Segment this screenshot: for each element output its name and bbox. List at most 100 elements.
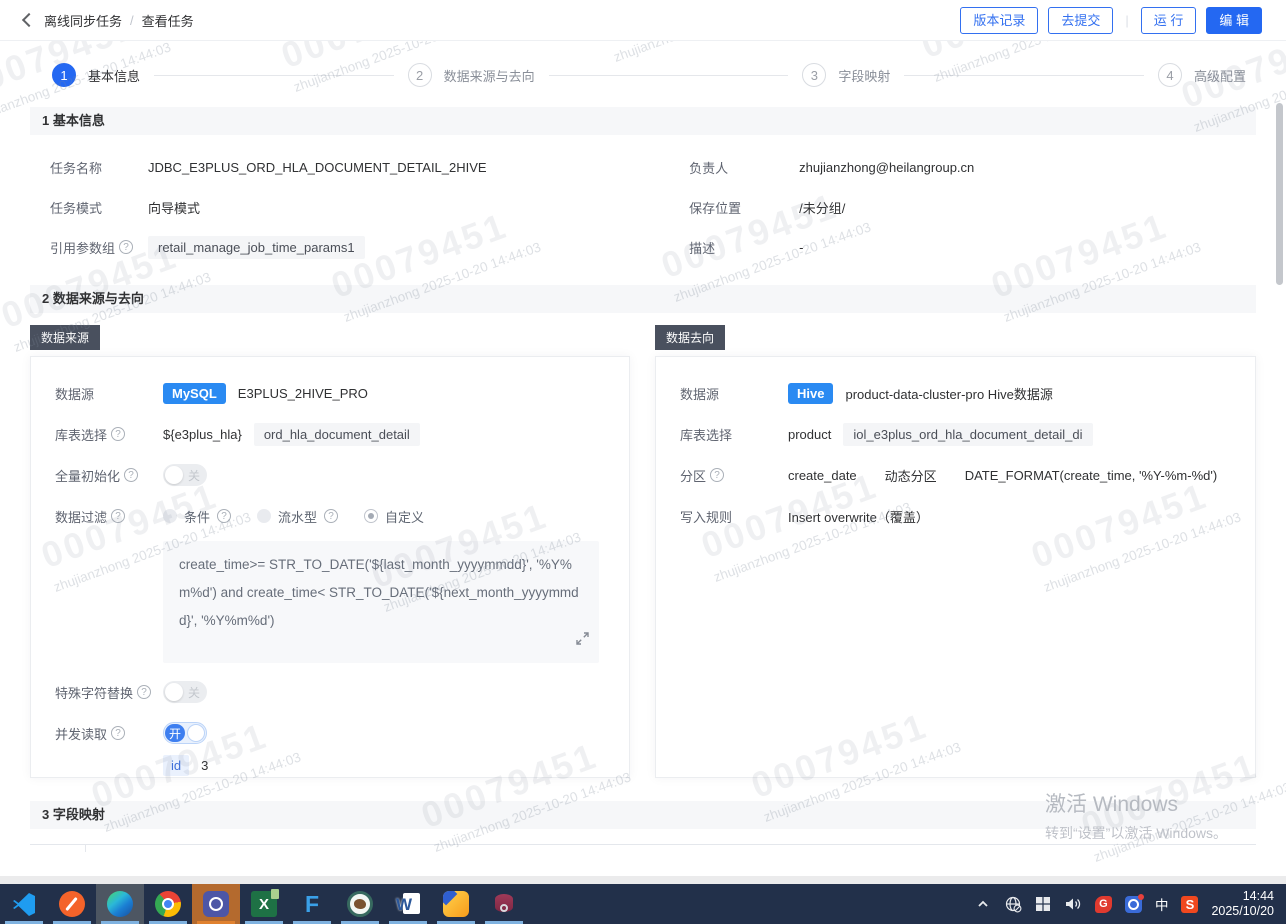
field-label: 负责人 bbox=[689, 158, 799, 177]
taskbar-clock[interactable]: 14:44 2025/10/20 bbox=[1211, 889, 1274, 919]
taskbar-icon-edge[interactable] bbox=[96, 884, 144, 924]
toggle-state-label: 开 bbox=[165, 724, 185, 742]
database-tool-icon bbox=[495, 893, 513, 915]
field-label-text: 数据过滤 bbox=[55, 507, 107, 526]
source-table-row: 库表选择 ? ${e3plus_hla} ord_hla_document_de… bbox=[55, 422, 605, 446]
step-wizard: 1 基本信息 2 数据来源与去向 3 字段映射 4 高级配置 bbox=[0, 55, 1286, 95]
source-db-name: ${e3plus_hla} bbox=[163, 427, 242, 442]
split-key-tag[interactable]: id bbox=[163, 755, 189, 776]
taskbar-icon-chat-app[interactable] bbox=[192, 884, 240, 924]
field-label-text: 分区 bbox=[680, 466, 706, 485]
field-label-text: 特殊字符替换 bbox=[55, 683, 133, 702]
step-number: 4 bbox=[1158, 63, 1182, 87]
radio-label: 条件 bbox=[184, 507, 210, 526]
breadcrumb-separator: / bbox=[130, 13, 134, 28]
tray-sogou-icon[interactable]: S bbox=[1181, 896, 1198, 913]
help-icon[interactable]: ? bbox=[111, 427, 125, 441]
hive-badge: Hive bbox=[788, 383, 833, 404]
taskbar-icon-database-tool[interactable] bbox=[480, 884, 528, 924]
breadcrumb-current: 查看任务 bbox=[142, 11, 194, 30]
vertical-scrollbar[interactable] bbox=[1276, 103, 1283, 285]
breadcrumb-parent[interactable]: 离线同步任务 bbox=[44, 11, 122, 30]
step-advanced-config[interactable]: 4 高级配置 bbox=[1158, 63, 1246, 87]
help-icon[interactable]: ? bbox=[119, 240, 133, 254]
header-actions: 版本记录 去提交 | 运 行 编 辑 bbox=[960, 7, 1262, 34]
source-panel: 数据来源 数据源 MySQL E3PLUS_2HIVE_PRO 库表选择 ? bbox=[30, 325, 630, 778]
dest-datasource-name: product-data-cluster-pro Hive数据源 bbox=[845, 384, 1052, 403]
full-init-toggle[interactable]: 关 bbox=[163, 464, 207, 486]
filter-option-custom[interactable]: 自定义 bbox=[364, 507, 424, 526]
field-label: 写入规则 bbox=[680, 507, 788, 526]
basic-info-form: 任务名称 JDBC_E3PLUS_ORD_HLA_DOCUMENT_DETAIL… bbox=[30, 135, 1256, 273]
source-dest-panels: 数据来源 数据源 MySQL E3PLUS_2HIVE_PRO 库表选择 ? bbox=[30, 325, 1256, 778]
destination-panel: 数据去向 数据源 Hive product-data-cluster-pro H… bbox=[655, 325, 1256, 778]
filter-sql-editor[interactable]: create_time>= STR_TO_DATE('${last_month_… bbox=[163, 541, 599, 663]
radio-icon-checked bbox=[364, 509, 378, 523]
windows-panes-icon[interactable] bbox=[1035, 896, 1051, 912]
taskbar-icon-excel[interactable]: X bbox=[240, 884, 288, 924]
taskbar-icon-dbeaver[interactable] bbox=[336, 884, 384, 924]
full-init-row: 全量初始化 ? 关 bbox=[55, 463, 605, 487]
step-number: 2 bbox=[408, 63, 432, 87]
help-icon[interactable]: ? bbox=[324, 509, 338, 523]
expand-icon[interactable] bbox=[576, 627, 589, 655]
help-icon[interactable]: ? bbox=[217, 509, 231, 523]
param-group-row: 引用参数组 ? retail_manage_job_time_params1 bbox=[50, 227, 689, 267]
step-field-mapping[interactable]: 3 字段映射 bbox=[802, 63, 890, 87]
player-app-icon bbox=[443, 891, 469, 917]
filter-option-incremental[interactable]: 流水型 ? bbox=[257, 507, 338, 526]
taskbar-icon-word[interactable]: W bbox=[384, 884, 432, 924]
back-icon[interactable] bbox=[22, 13, 36, 27]
toggle-state-label: 关 bbox=[188, 467, 200, 484]
radio-icon bbox=[163, 509, 177, 523]
dest-db-name: product bbox=[788, 427, 831, 442]
filter-option-condition[interactable]: 条件 ? bbox=[163, 507, 231, 526]
special-char-row: 特殊字符替换 ? 关 bbox=[55, 680, 605, 704]
taskbar-icon-chrome[interactable] bbox=[144, 884, 192, 924]
concurrent-read-toggle[interactable]: 开 bbox=[163, 722, 207, 744]
description-row: 描述 - bbox=[689, 227, 1256, 267]
help-icon[interactable]: ? bbox=[710, 468, 724, 482]
help-icon[interactable]: ? bbox=[111, 509, 125, 523]
clock-time: 14:44 bbox=[1211, 889, 1274, 904]
edit-button[interactable]: 编 辑 bbox=[1206, 7, 1262, 34]
step-basic-info[interactable]: 1 基本信息 bbox=[52, 63, 140, 87]
volume-icon[interactable] bbox=[1064, 896, 1082, 912]
field-label: 特殊字符替换 ? bbox=[55, 683, 163, 702]
pen-editor-icon bbox=[59, 891, 85, 917]
filter-sql-text: create_time>= STR_TO_DATE('${last_month_… bbox=[179, 557, 579, 628]
special-char-toggle[interactable]: 关 bbox=[163, 681, 207, 703]
field-label: 库表选择 bbox=[680, 425, 788, 444]
section-source-dest-header: 2 数据来源与去向 bbox=[30, 285, 1256, 313]
edge-icon bbox=[107, 891, 133, 917]
tray-g-app-icon[interactable]: G bbox=[1095, 896, 1112, 913]
taskbar-icon-player-app[interactable] bbox=[432, 884, 480, 924]
taskbar-icon-files-app[interactable]: F bbox=[288, 884, 336, 924]
taskbar-icon-pen-editor[interactable] bbox=[48, 884, 96, 924]
tray-notification-app-icon[interactable] bbox=[1125, 896, 1142, 913]
run-button[interactable]: 运 行 bbox=[1141, 7, 1197, 34]
taskbar-icon-vscode[interactable] bbox=[0, 884, 48, 924]
dest-datasource-row: 数据源 Hive product-data-cluster-pro Hive数据… bbox=[680, 381, 1231, 405]
dest-table-tag[interactable]: iol_e3plus_ord_hla_document_detail_di bbox=[843, 423, 1092, 446]
mapping-table-edge bbox=[30, 844, 1256, 845]
network-offline-icon[interactable] bbox=[1004, 895, 1022, 913]
main-content: 1 基本信息 任务名称 JDBC_E3PLUS_ORD_HLA_DOCUMENT… bbox=[0, 41, 1286, 876]
ime-language-indicator[interactable]: 中 bbox=[1155, 894, 1169, 914]
step-label: 高级配置 bbox=[1194, 66, 1246, 85]
help-icon[interactable]: ? bbox=[137, 685, 151, 699]
system-tray: G 中 S 14:44 2025/10/20 bbox=[975, 884, 1286, 924]
source-datasource-row: 数据源 MySQL E3PLUS_2HIVE_PRO bbox=[55, 381, 605, 405]
help-icon[interactable]: ? bbox=[111, 726, 125, 740]
param-group-tag[interactable]: retail_manage_job_time_params1 bbox=[148, 236, 365, 259]
submit-button[interactable]: 去提交 bbox=[1048, 7, 1113, 34]
owner-value: zhujianzhong@heilangroup.cn bbox=[799, 160, 974, 175]
tray-expand-chevron-icon[interactable] bbox=[975, 896, 991, 912]
step-source-dest[interactable]: 2 数据来源与去向 bbox=[408, 63, 535, 87]
toggle-state-label: 关 bbox=[188, 684, 200, 701]
taskbar-apps: X F W bbox=[0, 884, 528, 924]
help-icon[interactable]: ? bbox=[124, 468, 138, 482]
version-history-button[interactable]: 版本记录 bbox=[960, 7, 1038, 34]
chat-app-icon bbox=[203, 891, 229, 917]
source-table-tag[interactable]: ord_hla_document_detail bbox=[254, 423, 420, 446]
